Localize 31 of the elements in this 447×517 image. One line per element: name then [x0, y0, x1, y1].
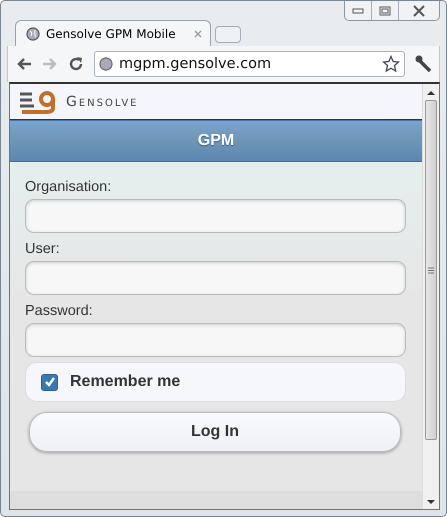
- header-title: GPM: [198, 132, 234, 150]
- address-bar[interactable]: mgpm.gensolve.com: [94, 51, 405, 77]
- reload-icon[interactable]: [68, 56, 84, 72]
- back-icon[interactable]: [16, 57, 32, 71]
- scroll-down-icon[interactable]: [427, 500, 435, 505]
- input-field[interactable]: [25, 261, 406, 295]
- browser-tab[interactable]: Gensolve GPM Mobile: [15, 20, 211, 46]
- checkbox[interactable]: [41, 374, 58, 390]
- scrollbar[interactable]: [422, 84, 439, 509]
- scrollbar-thumb[interactable]: [425, 100, 437, 440]
- login-button[interactable]: Log In: [29, 412, 401, 452]
- globe-icon: [26, 26, 40, 40]
- logo-text: Gensolve: [66, 94, 138, 110]
- star-icon[interactable]: [382, 55, 400, 73]
- close-icon: [412, 4, 426, 16]
- field-label: User:: [25, 240, 61, 258]
- url-text: mgpm.gensolve.com: [119, 56, 272, 72]
- close-icon[interactable]: [194, 30, 202, 38]
- wrench-icon[interactable]: [415, 55, 433, 73]
- input-field[interactable]: [25, 323, 406, 357]
- remember-me-checkbox[interactable]: Remember me: [25, 362, 406, 402]
- tab-title: Gensolve GPM Mobile: [46, 26, 177, 40]
- minimize-icon: [352, 8, 364, 14]
- scroll-up-icon[interactable]: [427, 90, 435, 95]
- globe-icon: [99, 57, 113, 71]
- field-label: Password:: [25, 302, 94, 320]
- input-field[interactable]: [25, 199, 406, 233]
- logo-icon: [18, 90, 58, 114]
- field-label: Organisation:: [25, 178, 112, 196]
- grip-icon: [428, 266, 434, 274]
- maximize-icon: [379, 6, 391, 16]
